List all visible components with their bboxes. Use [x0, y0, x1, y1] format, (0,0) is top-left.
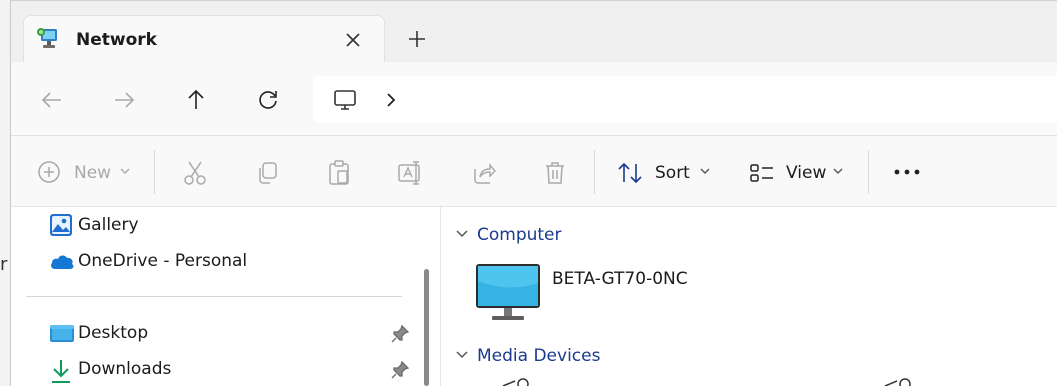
- more-icon: [894, 169, 920, 175]
- chevron-down-icon: [832, 166, 844, 176]
- toolbar-separator: [868, 150, 869, 194]
- toolbar-separator: [594, 150, 595, 194]
- share-icon: [474, 163, 496, 184]
- sidebar-item-label: Gallery: [78, 215, 139, 235]
- pin-icon[interactable]: [391, 361, 409, 379]
- cloud-icon: [49, 252, 75, 270]
- download-icon: [49, 358, 73, 384]
- more-options-button[interactable]: [893, 166, 921, 178]
- monitor-icon: [475, 263, 541, 323]
- sort-button[interactable]: Sort: [617, 136, 717, 206]
- sidebar-divider: [26, 296, 402, 297]
- sidebar-item-onedrive[interactable]: OneDrive - Personal: [49, 248, 299, 276]
- navigation-bar: [11, 62, 1057, 136]
- arrow-left-icon: [41, 92, 61, 108]
- chevron-down-icon: [455, 228, 469, 240]
- sidebar-item-gallery[interactable]: Gallery: [49, 212, 249, 240]
- new-tab-button[interactable]: [406, 28, 428, 50]
- view-button[interactable]: View: [749, 136, 849, 206]
- delete-button[interactable]: [543, 160, 567, 186]
- sort-label: Sort: [655, 163, 690, 183]
- cut-button[interactable]: [183, 160, 207, 186]
- group-header-media-devices[interactable]: Media Devices: [455, 344, 655, 368]
- gallery-icon: [49, 213, 73, 237]
- group-label: Computer: [477, 225, 562, 245]
- sidebar-item-label: Desktop: [78, 323, 149, 343]
- view-list-icon: [749, 160, 775, 186]
- rename-button[interactable]: [397, 160, 423, 186]
- paste-button[interactable]: [327, 160, 351, 186]
- chevron-down-icon: [119, 166, 131, 176]
- sort-icon: [617, 160, 643, 186]
- navigation-pane: Gallery OneDrive - Personal Desktop Down…: [11, 207, 441, 386]
- device-name: BETA-GT70-0NC: [552, 269, 688, 289]
- refresh-icon: [259, 91, 277, 109]
- this-pc-icon[interactable]: [333, 88, 357, 112]
- device-item[interactable]: [475, 263, 541, 323]
- arrow-up-icon: [188, 89, 204, 109]
- new-label: New: [74, 163, 112, 183]
- scissors-icon: [184, 161, 206, 185]
- group-header-computer[interactable]: Computer: [455, 223, 655, 247]
- desktop-folder-icon: [49, 323, 75, 345]
- paste-icon: [329, 160, 349, 185]
- chevron-right-icon[interactable]: [383, 90, 399, 110]
- sidebar-item-label: OneDrive - Personal: [78, 251, 248, 271]
- refresh-button[interactable]: [255, 87, 281, 113]
- forward-button[interactable]: [111, 87, 137, 113]
- trash-icon: [546, 162, 564, 184]
- sidebar-item-label: Downloads: [78, 359, 172, 379]
- tab-title: Network: [76, 30, 157, 50]
- group-label: Media Devices: [477, 346, 601, 366]
- back-button[interactable]: [39, 87, 65, 113]
- toolbar-separator: [154, 150, 155, 194]
- tab-strip: Network: [11, 1, 1057, 64]
- view-label: View: [786, 163, 827, 183]
- share-button[interactable]: [471, 160, 497, 186]
- sidebar-item-downloads[interactable]: Downloads: [49, 356, 409, 384]
- sidebar-item-desktop[interactable]: Desktop: [49, 320, 409, 348]
- sidebar-scrollbar[interactable]: [424, 269, 429, 386]
- new-button[interactable]: New: [37, 136, 137, 206]
- chevron-down-icon: [455, 349, 469, 361]
- rename-icon: [398, 161, 420, 185]
- copy-icon: [259, 162, 277, 184]
- add-circle-icon: [37, 160, 61, 184]
- plus-icon: [409, 31, 425, 47]
- background-edge-text: r: [0, 254, 8, 275]
- arrow-right-icon: [115, 92, 135, 108]
- content-pane: Computer BETA-GT70-0NC Media Devices: [441, 207, 1057, 386]
- network-icon: [36, 26, 62, 52]
- command-bar: New Sort View: [11, 136, 1057, 207]
- chevron-down-icon: [699, 166, 711, 176]
- tab-network[interactable]: Network: [23, 15, 385, 64]
- file-explorer-window: Network New Sort View Gallery OneDrive -…: [10, 0, 1057, 386]
- pin-icon[interactable]: [391, 325, 409, 343]
- address-bar[interactable]: [313, 76, 1057, 123]
- close-icon[interactable]: [342, 29, 364, 51]
- up-button[interactable]: [183, 87, 209, 113]
- copy-button[interactable]: [255, 160, 279, 186]
